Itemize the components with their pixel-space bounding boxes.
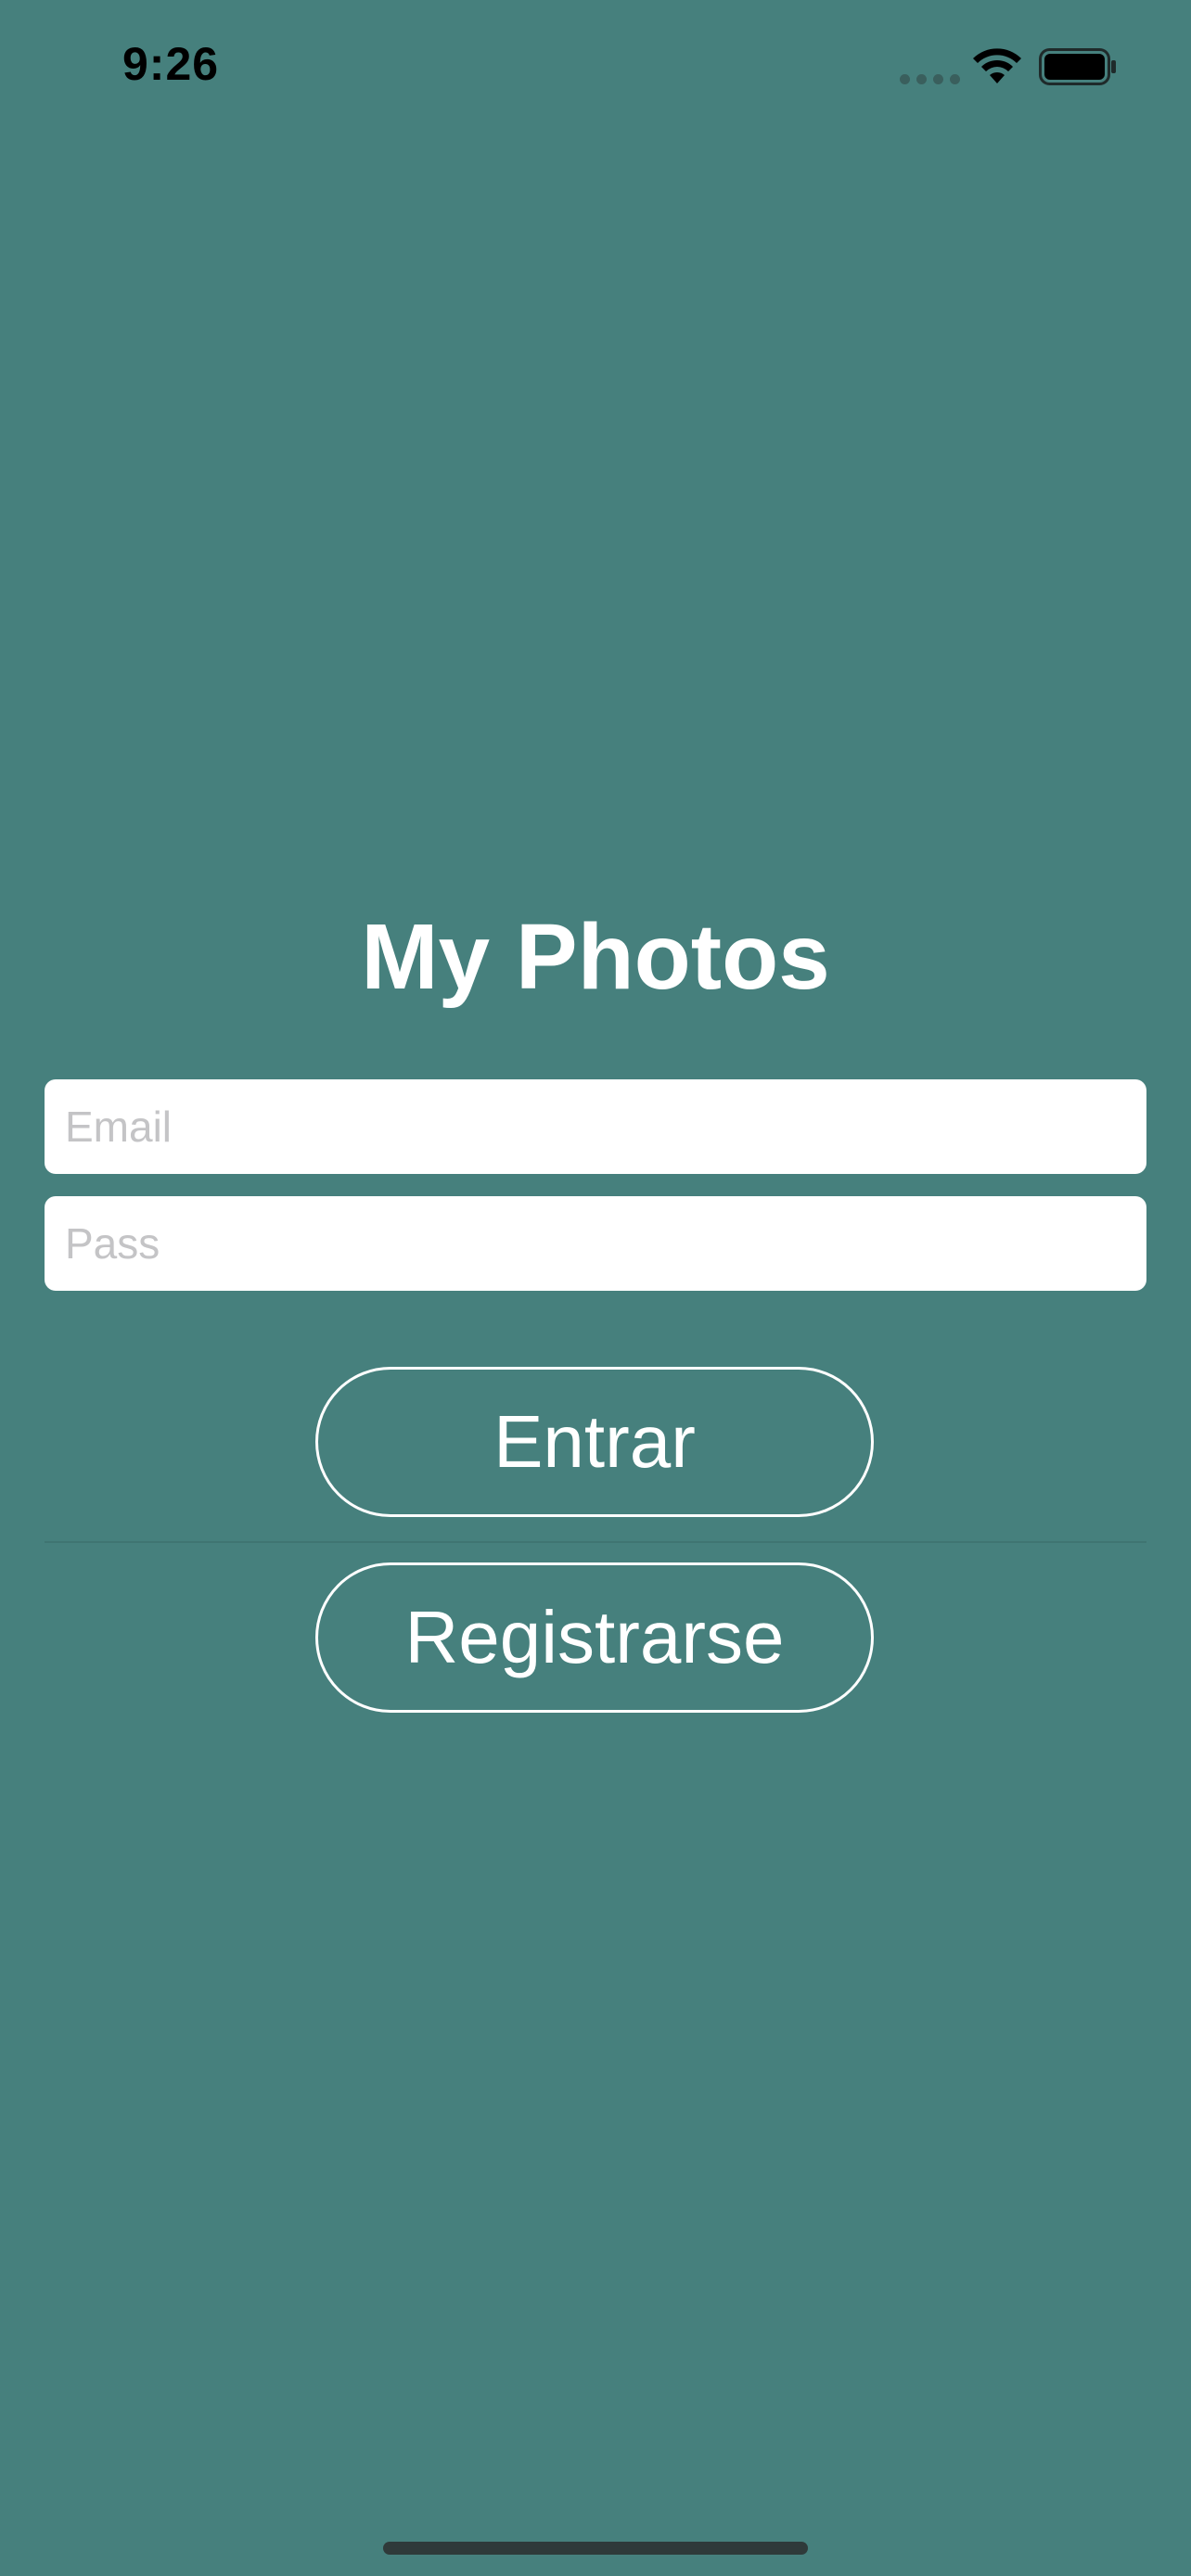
home-indicator[interactable] [383, 2542, 808, 2555]
password-field[interactable] [45, 1196, 1146, 1291]
signal-dots-icon [900, 74, 960, 84]
login-button[interactable]: Entrar [315, 1367, 874, 1517]
battery-icon [1039, 48, 1116, 85]
email-field[interactable] [45, 1079, 1146, 1174]
page-title: My Photos [361, 905, 830, 1009]
wifi-icon [973, 48, 1021, 83]
status-time: 9:26 [122, 38, 220, 90]
divider [45, 1541, 1146, 1543]
register-button[interactable]: Registrarse [315, 1562, 874, 1713]
status-bar: 9:26 [0, 0, 1191, 139]
